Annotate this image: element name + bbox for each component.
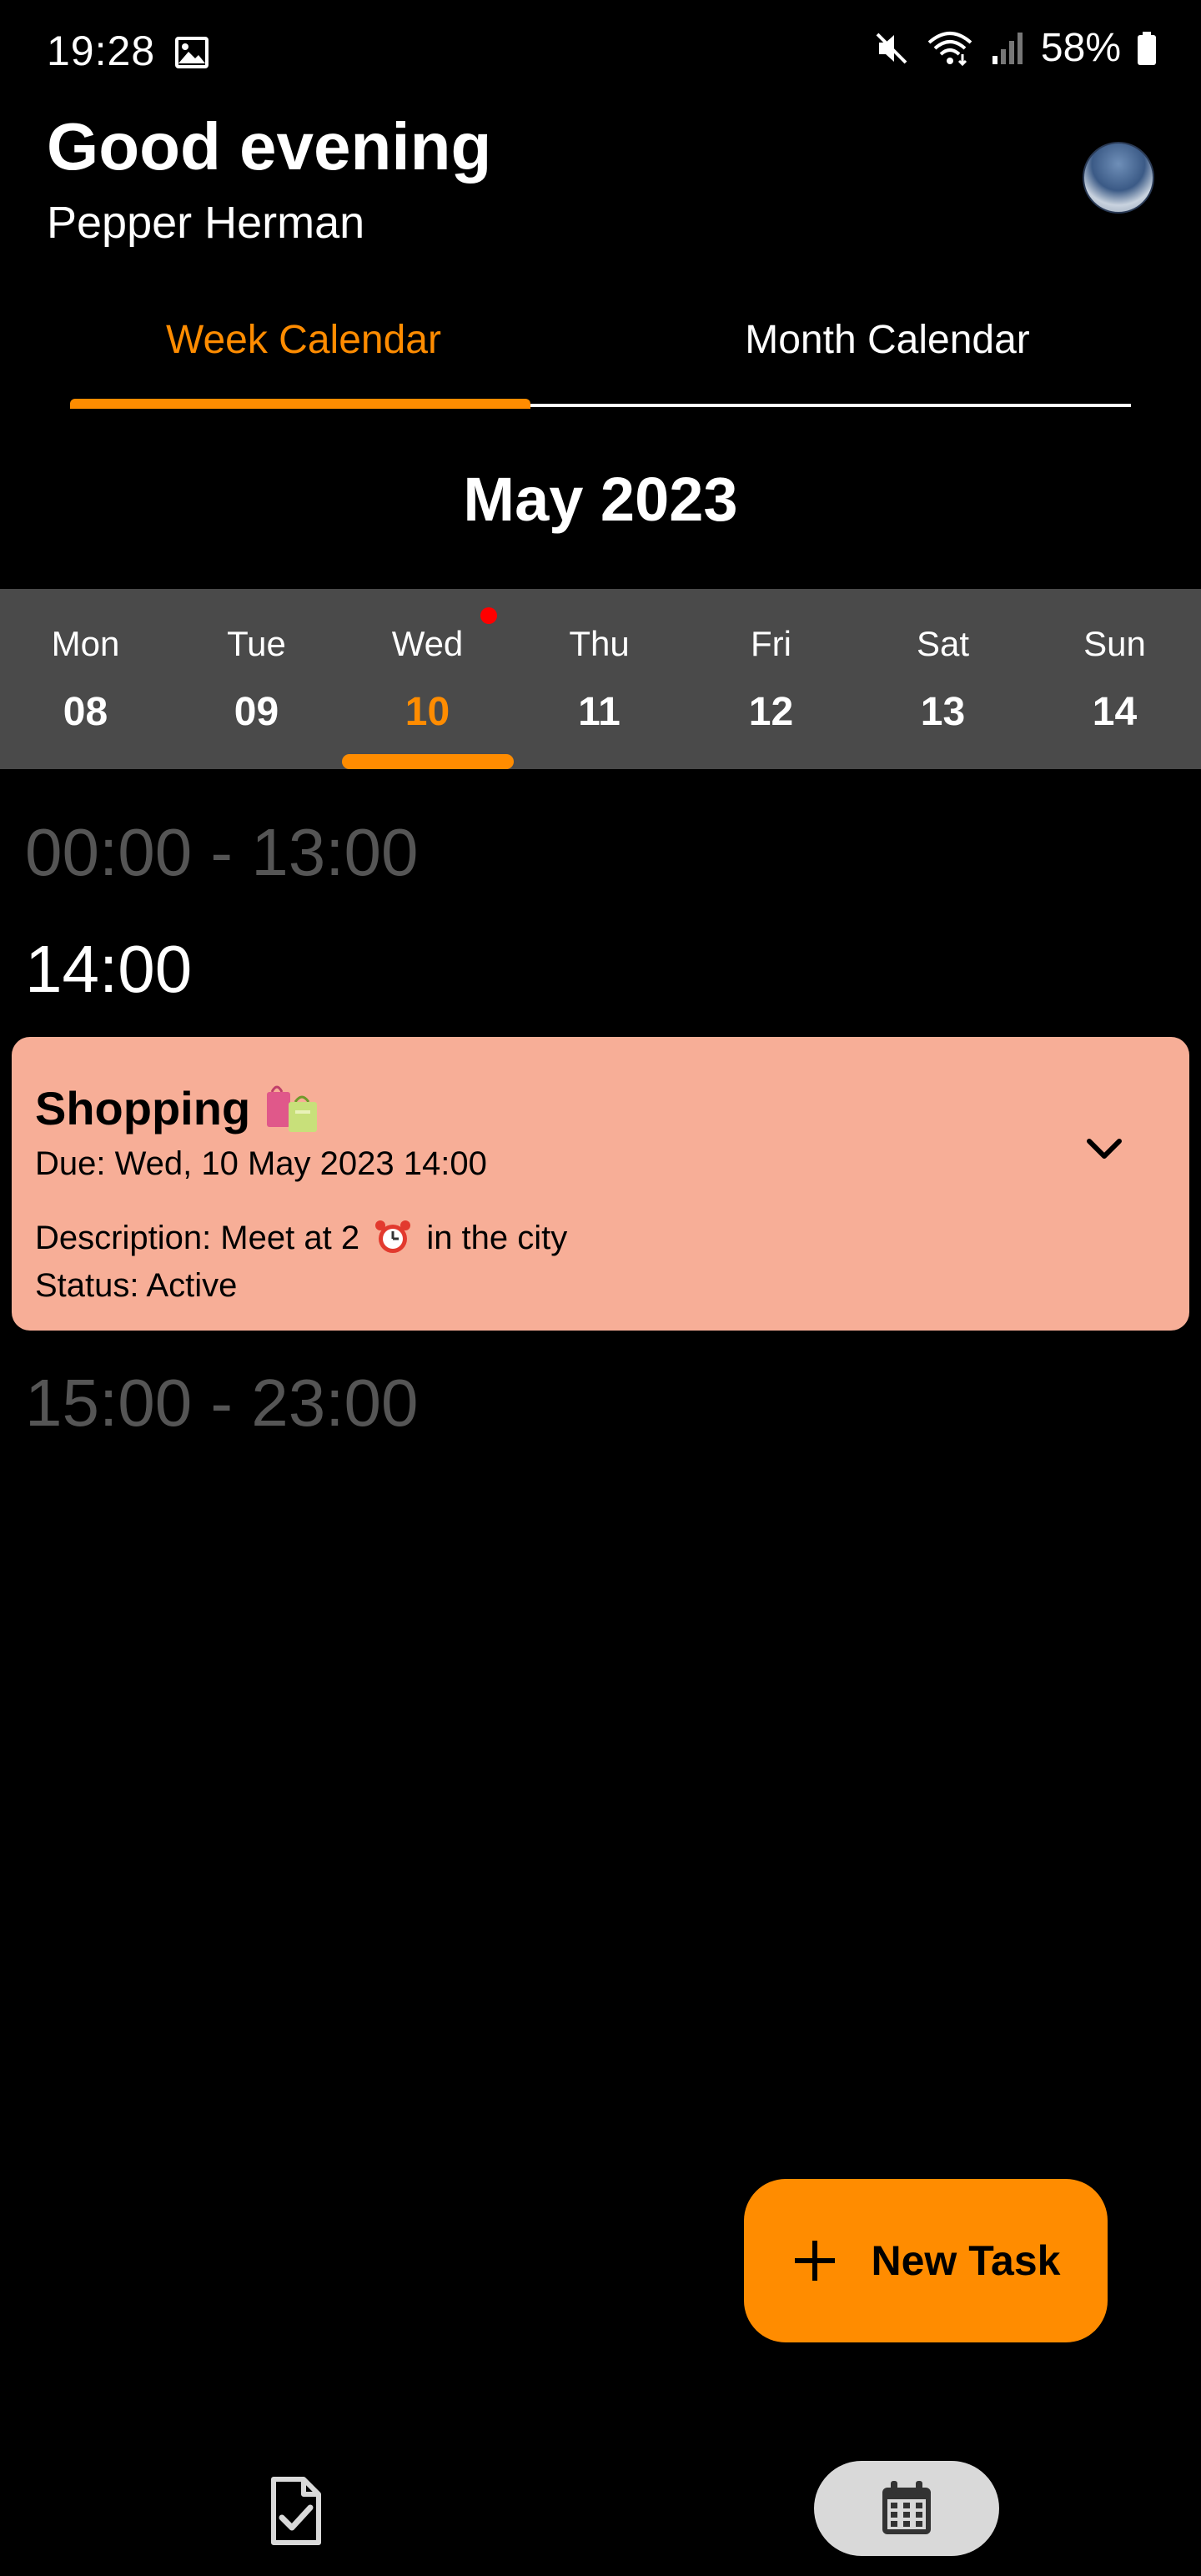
task-list-icon[interactable] [259,2474,332,2548]
day-number: 10 [405,690,450,734]
time-slot-label: 14:00 [25,932,193,1006]
task-description-prefix: Description: Meet at 2 [35,1220,360,1256]
status-bar: 19:28 58% [0,0,1201,100]
new-task-label: New Task [871,2237,1061,2284]
day-number: 13 [920,690,966,734]
greeting-title: Good evening [47,109,492,184]
nav-calendar-button[interactable] [814,2461,999,2556]
day-name: Mon [51,624,120,663]
task-title-text: Shopping [35,1081,251,1135]
calendar-icon [882,2481,931,2534]
calendar-tabs: Week Calendar Month Calendar [70,300,1131,409]
task-card[interactable]: Shopping Due: Wed, 10 May 2023 14:00 Des… [12,1037,1189,1331]
avatar[interactable] [1083,142,1154,214]
day-name: Sun [1083,624,1146,663]
signal-icon [992,32,1023,64]
selected-day-indicator [342,754,514,769]
day-tue[interactable]: Tue 09 [171,589,342,769]
battery-icon [1138,31,1156,65]
alarm-clock-icon [375,1220,411,1253]
task-description-suffix: in the city [426,1220,568,1256]
battery-percent: 58% [1040,26,1121,70]
shopping-bags-icon [267,1085,318,1132]
new-task-button[interactable]: New Task [744,2179,1108,2342]
event-dot [480,607,497,624]
day-thu[interactable]: Thu 11 [514,589,685,769]
day-mon[interactable]: Mon 08 [0,589,171,769]
status-time: 19:28 [47,28,156,74]
week-day-strip: Mon 08 Tue 09 Wed 10 Thu 11 Fri 12 Sat 1… [0,589,1201,769]
task-status: Status: Active [35,1267,238,1304]
bottom-navigation [0,2436,1201,2576]
day-name: Sat [916,624,970,663]
time-range-collapsed[interactable]: 00:00 - 13:00 [25,814,418,891]
time-range-collapsed[interactable]: 15:00 - 23:00 [25,1365,418,1441]
image-icon [175,37,209,68]
wifi-icon [927,31,972,66]
day-sat[interactable]: Sat 13 [857,589,1028,769]
day-name: Wed [391,624,464,663]
tab-week-calendar[interactable]: Week Calendar [70,317,537,363]
task-title: Shopping [35,1080,322,1135]
day-number: 11 [578,690,621,734]
day-number: 12 [748,690,794,734]
plus-icon [794,2241,835,2281]
chevron-down-icon[interactable] [1069,1114,1139,1184]
task-due: Due: Wed, 10 May 2023 14:00 [35,1145,487,1182]
day-number: 08 [63,690,108,734]
status-icons: 58% [872,25,1158,71]
mute-icon [876,33,907,63]
day-name: Thu [569,624,630,663]
task-description: Description: Meet at 2 in the city [35,1219,567,1257]
tab-month-calendar[interactable]: Month Calendar [654,317,1121,363]
tab-selected-indicator [70,399,530,409]
day-fri[interactable]: Fri 12 [686,589,857,769]
day-name: Fri [751,624,791,663]
day-sun[interactable]: Sun 14 [1029,589,1200,769]
app-screen: 19:28 58% Good evening Pepper Herman Wee… [0,0,1201,2576]
day-number: 14 [1092,690,1138,734]
day-number: 09 [234,690,279,734]
month-title: May 2023 [463,465,738,534]
user-name: Pepper Herman [47,198,365,248]
day-name: Tue [227,624,286,663]
